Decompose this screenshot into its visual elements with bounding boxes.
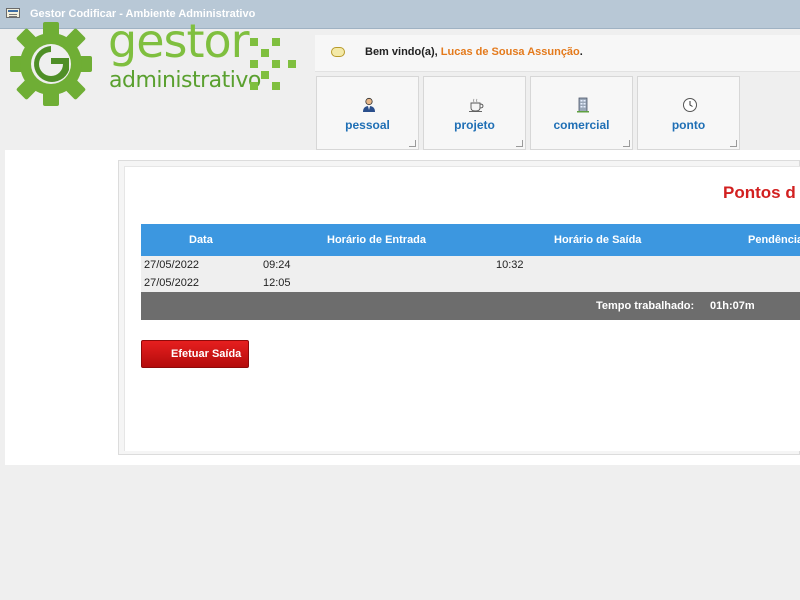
column-header-saida: Horário de Saída xyxy=(554,234,642,246)
column-header-data: Data xyxy=(189,234,213,246)
welcome-user-link[interactable]: Lucas de Sousa Assunção xyxy=(441,46,580,58)
welcome-text: Bem vindo(a), Lucas de Sousa Assunção. xyxy=(365,46,583,58)
table-row: 27/05/2022 12:05 xyxy=(141,274,800,292)
menu-item-projeto[interactable]: projeto xyxy=(423,76,526,150)
welcome-suffix: . xyxy=(579,46,583,58)
logo-word-administrativo: administrativo xyxy=(109,68,261,93)
menu-label-pessoal: pessoal xyxy=(345,118,390,132)
column-header-entrada: Horário de Entrada xyxy=(327,234,427,246)
building-icon xyxy=(577,97,589,113)
checkout-button-label: Efetuar Saída xyxy=(171,348,242,360)
resize-grip-icon xyxy=(623,140,630,147)
table-header: Data Horário de Entrada Horário de Saída… xyxy=(141,224,800,256)
worked-time-summary: Tempo trabalhado: 01h:07m xyxy=(141,292,800,320)
gear-logo-icon xyxy=(10,22,92,106)
cell-entry: 12:05 xyxy=(263,277,291,289)
worked-time-label: Tempo trabalhado: xyxy=(596,300,695,312)
column-header-pendencia: Pendência xyxy=(748,234,800,246)
page-title: Pontos d xyxy=(723,183,796,202)
speech-bubble-icon xyxy=(331,47,345,57)
logo[interactable]: gestor administrativo xyxy=(10,14,310,135)
table-row: 27/05/2022 09:24 10:32 xyxy=(141,256,800,274)
menu-item-ponto[interactable]: ponto xyxy=(637,76,740,150)
clock-icon xyxy=(683,98,697,112)
resize-grip-icon xyxy=(409,140,416,147)
cell-exit: 10:32 xyxy=(496,259,524,271)
menu-item-comercial[interactable]: comercial xyxy=(530,76,633,150)
welcome-bar: Bem vindo(a), Lucas de Sousa Assunção. xyxy=(315,35,800,72)
window-icon xyxy=(6,8,20,18)
cell-date: 27/05/2022 xyxy=(144,259,200,271)
resize-grip-icon xyxy=(516,140,523,147)
cell-date: 27/05/2022 xyxy=(144,277,200,289)
menu-item-pessoal[interactable]: pessoal xyxy=(316,76,419,150)
menu-label-ponto: ponto xyxy=(671,118,706,132)
worked-time-value: 01h:07m xyxy=(710,300,755,312)
checkout-button[interactable]: Efetuar Saída xyxy=(141,340,249,368)
resize-grip-icon xyxy=(730,140,737,147)
cell-entry: 09:24 xyxy=(263,259,291,271)
menu-label-comercial: comercial xyxy=(553,118,610,132)
welcome-greeting: Bem vindo(a), xyxy=(365,46,438,58)
logo-word-gestor: gestor xyxy=(108,14,250,68)
coffee-cup-icon xyxy=(469,98,484,112)
person-icon xyxy=(363,97,375,112)
menu-label-projeto: projeto xyxy=(454,118,495,132)
